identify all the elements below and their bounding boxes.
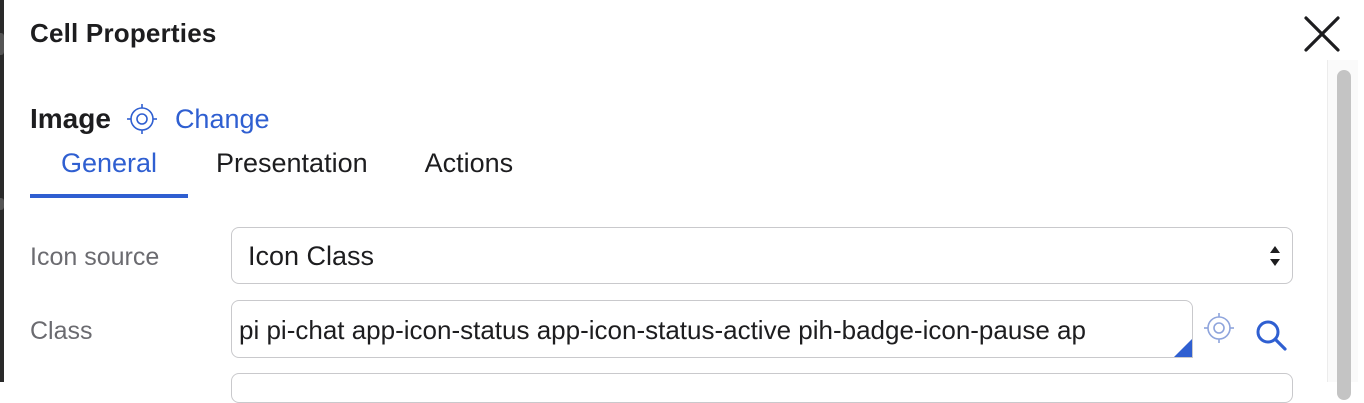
resize-handle[interactable] <box>1174 339 1192 357</box>
next-field[interactable] <box>231 373 1293 403</box>
background-edge-bump <box>0 198 4 210</box>
section-header: Image Change <box>30 101 270 137</box>
icon-source-select[interactable]: Icon Class <box>231 227 1293 284</box>
close-icon <box>1304 16 1340 52</box>
close-button[interactable] <box>1300 12 1344 56</box>
class-label: Class <box>30 317 93 345</box>
crosshair-target-icon[interactable] <box>1203 312 1235 349</box>
scrollbar-thumb[interactable] <box>1337 70 1351 400</box>
icon-source-value: Icon Class <box>248 241 375 271</box>
tab-general[interactable]: General <box>30 140 188 198</box>
class-input[interactable]: pi pi-chat app-icon-status app-icon-stat… <box>231 300 1193 358</box>
tab-actions[interactable]: Actions <box>425 140 514 198</box>
background-edge-bump <box>0 33 4 55</box>
tab-presentation[interactable]: Presentation <box>216 140 368 198</box>
dialog-scrollbar[interactable] <box>1327 60 1358 400</box>
select-arrows-icon <box>1270 246 1280 266</box>
tab-bar: General Presentation Actions <box>30 140 513 198</box>
dialog-title: Cell Properties <box>30 18 217 48</box>
icon-source-label: Icon source <box>30 243 160 271</box>
background-window-edge <box>0 0 4 382</box>
section-name: Image <box>30 103 111 134</box>
search-icon[interactable] <box>1254 318 1288 357</box>
crosshair-target-icon[interactable] <box>126 103 158 135</box>
change-link[interactable]: Change <box>175 104 270 135</box>
class-value: pi pi-chat app-icon-status app-icon-stat… <box>239 315 1086 345</box>
